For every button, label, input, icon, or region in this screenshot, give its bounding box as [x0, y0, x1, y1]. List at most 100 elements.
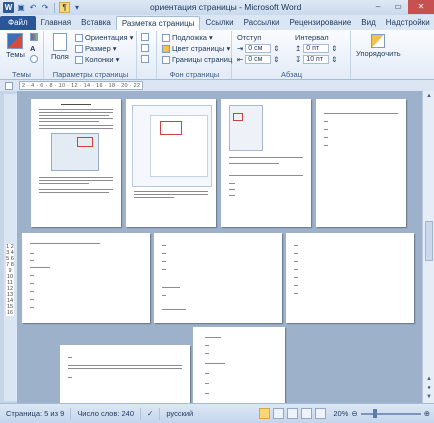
- chevron-down-icon: ▾: [208, 33, 213, 42]
- zoom-slider-thumb[interactable]: [372, 408, 377, 418]
- spacing-before-input[interactable]: 0 пт: [303, 44, 330, 53]
- tab-view[interactable]: Вид: [356, 16, 380, 30]
- themes-button[interactable]: Темы: [6, 33, 25, 59]
- undo-icon[interactable]: ↶: [28, 3, 38, 13]
- spinner-icon[interactable]: ⇕: [331, 55, 337, 64]
- scrollbar-thumb[interactable]: [425, 221, 433, 261]
- zoom-level[interactable]: 20%: [333, 409, 348, 418]
- outline-view-button[interactable]: [301, 408, 313, 419]
- indent-left-input[interactable]: 0 см: [245, 44, 272, 53]
- spacing-label: Интервал: [295, 33, 329, 42]
- zoom-in-icon[interactable]: ⊕: [424, 409, 430, 418]
- theme-fonts-button[interactable]: A: [30, 44, 35, 53]
- orientation-button[interactable]: Ориентация ▾: [75, 33, 133, 42]
- hyphenation-button[interactable]: [141, 55, 149, 63]
- page-thumbnail[interactable]: [31, 99, 121, 227]
- proofing-status[interactable]: ✓: [141, 407, 161, 420]
- watermark-button[interactable]: Подложка ▾: [162, 33, 213, 42]
- margins-icon: [52, 33, 67, 51]
- language-status[interactable]: русский: [160, 408, 199, 420]
- word-app-icon[interactable]: W: [3, 2, 14, 13]
- print-layout-view-button[interactable]: [259, 408, 271, 419]
- size-button[interactable]: Размер ▾: [75, 44, 117, 53]
- page-setup-extra-group: [137, 31, 157, 79]
- page-color-label: Цвет страницы: [172, 44, 225, 53]
- indent-right-input[interactable]: 0 см: [245, 55, 272, 64]
- next-page-icon[interactable]: ▼: [425, 393, 433, 401]
- page-background-group-label: Фон страницы: [169, 70, 220, 79]
- tab-file[interactable]: Файл: [0, 16, 36, 30]
- page-thumbnail[interactable]: [286, 233, 414, 323]
- page-thumbnail[interactable]: [221, 99, 311, 227]
- columns-label: Колонки: [85, 55, 114, 64]
- draft-view-button[interactable]: [315, 408, 327, 419]
- word-count-status[interactable]: Число слов: 240: [71, 407, 142, 420]
- indent-heading: Отступ: [237, 33, 261, 42]
- page-thumbnail[interactable]: [126, 99, 216, 227]
- page-count-status[interactable]: Страница: 5 из 9: [0, 407, 72, 420]
- size-label: Размер: [85, 44, 111, 53]
- chevron-down-icon: ▾: [226, 44, 231, 53]
- chevron-down-icon: ▾: [115, 55, 120, 64]
- page-thumbnail[interactable]: [22, 233, 150, 323]
- page-setup-group-label: Параметры страницы: [52, 70, 129, 79]
- horizontal-ruler[interactable]: 2 · 4 · 6 · 8 · 10 · 12 · 14 · 16 · 18 ·…: [19, 81, 143, 90]
- theme-colors-button[interactable]: [30, 33, 38, 41]
- theme-effects-button[interactable]: [30, 55, 38, 63]
- arrange-button[interactable]: Упорядочить: [356, 34, 401, 58]
- tab-insert[interactable]: Вставка: [76, 16, 116, 30]
- save-icon[interactable]: ▣: [16, 3, 26, 13]
- customize-qat-icon[interactable]: ▾: [72, 3, 82, 13]
- maximize-icon[interactable]: ▭: [388, 0, 408, 14]
- spacing-after-input[interactable]: 10 пт: [303, 55, 330, 64]
- tab-home[interactable]: Главная: [36, 16, 76, 30]
- document-area[interactable]: [17, 91, 422, 403]
- page-thumbnail[interactable]: [193, 327, 285, 403]
- paragraph-marks-icon[interactable]: ¶: [59, 2, 70, 13]
- themes-group: Темы A Темы: [0, 31, 44, 79]
- zoom-out-icon[interactable]: ⊖: [351, 409, 357, 418]
- tab-references[interactable]: Ссылки: [200, 16, 238, 30]
- title-bar: W ▣ ↶ ↷ ¶ ▾ ориентация страницы - Micros…: [0, 0, 434, 15]
- zoom-slider[interactable]: [360, 408, 421, 418]
- indent-right-icon: ⇤: [237, 55, 244, 64]
- line-numbers-button[interactable]: [141, 44, 149, 52]
- spacing-heading: Интервал: [295, 33, 329, 42]
- tab-page-layout[interactable]: Разметка страницы: [115, 16, 201, 30]
- spinner-icon[interactable]: ⇕: [273, 44, 279, 53]
- tab-addins[interactable]: Надстройки: [381, 16, 434, 30]
- margins-button[interactable]: Поля: [51, 33, 69, 61]
- spinner-icon[interactable]: ⇕: [273, 55, 279, 64]
- page-thumbnail[interactable]: [316, 99, 406, 227]
- page-thumbnail[interactable]: [60, 345, 190, 403]
- page-background-group: Подложка ▾ Цвет страницы ▾ Границы стран…: [158, 31, 232, 79]
- browse-object-icon[interactable]: ●: [425, 384, 433, 392]
- columns-button[interactable]: Колонки ▾: [75, 55, 119, 64]
- full-screen-view-button[interactable]: [273, 408, 285, 419]
- watermark-icon: [162, 33, 170, 42]
- tab-selector[interactable]: [5, 82, 13, 90]
- spacing-after-icon: ↧: [295, 55, 302, 64]
- close-icon[interactable]: ✕: [408, 0, 434, 14]
- page-color-button[interactable]: Цвет страницы ▾: [162, 44, 230, 53]
- minimize-icon[interactable]: –: [368, 0, 388, 14]
- vertical-scrollbar[interactable]: ▲ ▲ ● ▼: [422, 91, 434, 403]
- redo-icon[interactable]: ↷: [40, 3, 50, 13]
- page-thumbnail[interactable]: [154, 233, 282, 323]
- arrange-label: Упорядочить: [356, 49, 401, 58]
- page-borders-button[interactable]: Границы страниц: [162, 55, 232, 64]
- scroll-up-icon[interactable]: ▲: [425, 92, 433, 100]
- window-controls: – ▭ ✕: [368, 0, 434, 14]
- window-title: ориентация страницы - Microsoft Word: [150, 2, 302, 12]
- web-layout-view-button[interactable]: [287, 408, 299, 419]
- breaks-button[interactable]: [141, 33, 149, 41]
- spinner-icon[interactable]: ⇕: [331, 44, 337, 53]
- previous-page-icon[interactable]: ▲: [425, 375, 433, 383]
- chevron-down-icon: ▾: [129, 33, 134, 42]
- tab-mailings[interactable]: Рассылки: [239, 16, 285, 30]
- tab-review[interactable]: Рецензирование: [285, 16, 357, 30]
- ruler-row: 2 · 4 · 6 · 8 · 10 · 12 · 14 · 16 · 18 ·…: [0, 80, 434, 91]
- quick-access-toolbar: W ▣ ↶ ↷ ¶ ▾: [0, 2, 82, 13]
- theme-fonts-icon: A: [30, 44, 36, 53]
- vertical-ruler[interactable]: 1 2 3 4 5 6 7 8 9 10 11 12 13 14 15 16: [4, 94, 17, 401]
